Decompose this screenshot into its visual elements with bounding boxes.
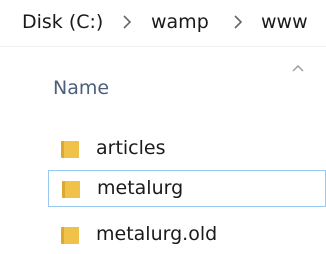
column-header-name[interactable]: Name <box>53 76 109 100</box>
breadcrumb-item-wamp[interactable]: wamp <box>151 10 209 34</box>
sort-ascending-icon <box>291 58 305 72</box>
folder-row-articles[interactable]: articles <box>48 131 326 168</box>
folder-icon <box>60 226 80 245</box>
breadcrumb-item-disk-c[interactable]: Disk (C:) <box>22 10 103 34</box>
folder-row-metalurg-old[interactable]: metalurg.old <box>48 217 326 254</box>
folder-row-metalurg[interactable]: metalurg <box>48 170 326 207</box>
address-breadcrumb-bar: Disk (C:) wamp www <box>0 0 326 47</box>
folder-name: articles <box>96 137 166 159</box>
chevron-right-icon[interactable] <box>120 13 134 31</box>
folder-name: metalurg <box>97 177 184 199</box>
folder-name: metalurg.old <box>96 223 218 245</box>
chevron-right-icon[interactable] <box>231 13 245 31</box>
folder-icon <box>60 140 80 159</box>
folder-icon <box>61 180 81 199</box>
breadcrumb-item-www[interactable]: www <box>261 10 308 34</box>
